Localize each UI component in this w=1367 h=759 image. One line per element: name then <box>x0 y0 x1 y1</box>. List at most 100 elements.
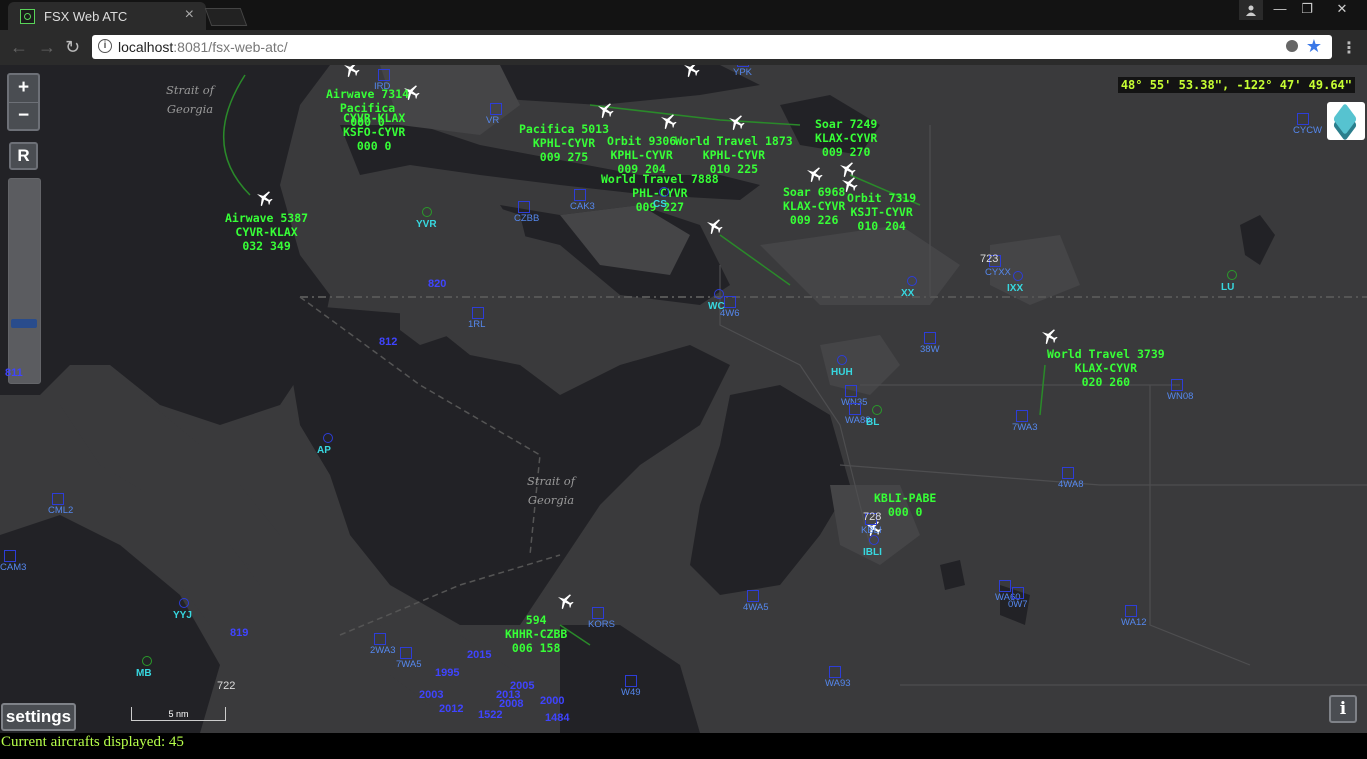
fix-marker[interactable] <box>472 307 484 319</box>
fix-marker[interactable] <box>1016 410 1028 422</box>
fix-marker[interactable] <box>518 201 530 213</box>
aircraft-label[interactable]: Soar 7249 KLAX-CYVR 009 270 <box>815 117 877 159</box>
traffic-altitude[interactable]: 820 <box>428 278 446 290</box>
fix-marker[interactable] <box>1297 113 1309 125</box>
radar-favicon-icon <box>20 9 35 24</box>
traffic-altitude[interactable]: 728 <box>863 511 881 523</box>
traffic-altitude[interactable]: 2000 <box>540 695 564 707</box>
fix-label: 38W <box>920 344 940 355</box>
fix-marker[interactable] <box>400 647 412 659</box>
zoom-slider[interactable] <box>8 178 41 384</box>
fix-marker[interactable] <box>724 296 736 308</box>
bookmark-star-icon[interactable]: ★ <box>1306 36 1322 57</box>
aircraft-route: KPHL-CYVR <box>702 148 765 162</box>
zoom-in-button[interactable]: + <box>9 75 38 102</box>
fix-marker[interactable] <box>1012 587 1024 599</box>
reset-view-button[interactable]: R <box>9 142 38 170</box>
navaid-icon <box>837 355 847 365</box>
traffic-altitude[interactable]: 1522 <box>478 709 502 721</box>
forward-arrow-icon[interactable]: → <box>38 37 56 57</box>
fix-marker[interactable] <box>592 607 604 619</box>
navaid-icon <box>869 535 879 545</box>
fix-label: 0W7 <box>1008 599 1028 610</box>
navaid-label: LU <box>1221 282 1235 293</box>
browser-toolbar: ← → ↻ i localhost:8081/fsx-web-atc/ ★ ⋮ <box>0 30 1367 65</box>
browser-menu-icon[interactable]: ⋮ <box>1341 38 1357 58</box>
fix-label: CAK3 <box>570 201 595 212</box>
fix-marker[interactable] <box>747 590 759 602</box>
fix-label: CZBB <box>514 213 540 224</box>
fix-marker[interactable] <box>845 385 857 397</box>
minimize-button[interactable]: — <box>1267 0 1293 20</box>
aircraft-label[interactable]: Airwave 5387 CYVR-KLAX 032 349 <box>225 211 308 253</box>
maximize-button[interactable]: ❐ <box>1294 0 1320 20</box>
fix-label: 4WA8 <box>1058 479 1084 490</box>
new-tab-button[interactable] <box>204 8 248 26</box>
fix-marker[interactable] <box>4 550 16 562</box>
profile-icon[interactable] <box>1239 0 1263 20</box>
traffic-altitude[interactable]: 819 <box>230 627 248 639</box>
reload-icon[interactable]: ↻ <box>65 37 80 57</box>
fix-marker[interactable] <box>924 332 936 344</box>
traffic-altitude[interactable]: 2015 <box>467 649 491 661</box>
layers-button[interactable] <box>1327 102 1365 142</box>
zoom-out-button[interactable]: − <box>9 102 38 130</box>
aircraft-data: 006 158 <box>511 641 561 655</box>
info-button[interactable]: i <box>1329 695 1357 723</box>
aircraft-label[interactable]: KBLI-PABE 000 0 <box>874 491 936 519</box>
fix-label: IRD <box>374 81 391 92</box>
fix-label: CML2 <box>48 505 74 516</box>
fix-marker[interactable] <box>1062 467 1074 479</box>
fix-marker[interactable] <box>829 666 841 678</box>
tab-close-icon[interactable]: × <box>185 6 194 24</box>
extension-icon[interactable] <box>1286 40 1298 52</box>
aircraft-label[interactable]: World Travel 1873 KPHL-CYVR 010 225 <box>675 134 793 176</box>
fix-marker[interactable] <box>1125 605 1137 617</box>
mouse-coordinates: 48° 55' 53.38", -122° 47' 49.64" <box>1117 77 1355 93</box>
fix-marker[interactable] <box>52 493 64 505</box>
browser-tab[interactable]: FSX Web ATC × <box>8 2 206 30</box>
aircraft-label[interactable]: World Travel 3739 KLAX-CYVR 020 260 <box>1047 347 1165 389</box>
fix-marker[interactable] <box>374 633 386 645</box>
aircraft-callsign: Airwave 7314 <box>326 87 410 101</box>
aircraft-label[interactable]: Soar 6968 KLAX-CYVR 009 226 <box>783 185 845 227</box>
traffic-altitude[interactable]: 2012 <box>439 703 463 715</box>
traffic-altitude[interactable]: 1484 <box>545 712 569 724</box>
zoom-slider-handle[interactable] <box>11 319 37 328</box>
fix-marker[interactable] <box>574 189 586 201</box>
traffic-altitude[interactable]: 812 <box>379 336 397 348</box>
navaid-label: XX <box>901 288 915 299</box>
fix-marker[interactable] <box>625 675 637 687</box>
traffic-altitude[interactable]: 811 <box>5 367 23 379</box>
traffic-altitude[interactable]: 2003 <box>419 689 443 701</box>
aircraft-data: 000 0 <box>356 139 392 153</box>
aircraft-label[interactable]: Orbit 9306 KPHL-CYVR 009 204 <box>607 134 676 176</box>
traffic-altitude[interactable]: 2013 <box>496 689 520 701</box>
aircraft-label[interactable]: Orbit 7319 KSJT-CYVR 010 204 <box>847 191 916 233</box>
back-arrow-icon[interactable]: ← <box>10 37 28 57</box>
fix-marker[interactable] <box>999 580 1011 592</box>
fix-marker[interactable] <box>849 403 861 415</box>
aircraft-label[interactable]: 594 KHHR-CZBB 006 158 <box>505 613 567 655</box>
fix-label: 7WA5 <box>396 659 422 670</box>
close-window-button[interactable]: ✕ <box>1322 0 1362 20</box>
aircraft-label[interactable]: CYVR-KLAX KSFO-CYVR 000 0 <box>343 111 405 153</box>
atc-map[interactable]: Strait of Georgia Strait of Georgia + − R … <box>0 65 1367 733</box>
zoom-control: + − <box>7 73 40 131</box>
navaid-icon <box>179 598 189 608</box>
aircraft-data: 020 260 <box>1081 375 1131 389</box>
fix-label: 4WA5 <box>743 602 769 613</box>
traffic-altitude[interactable]: 723 <box>980 253 998 265</box>
aircraft-route: KHHR-CZBB <box>505 627 568 641</box>
fix-marker[interactable] <box>378 69 390 81</box>
tab-title: FSX Web ATC <box>44 9 128 24</box>
address-bar[interactable]: i localhost:8081/fsx-web-atc/ ★ <box>92 35 1332 59</box>
traffic-altitude[interactable]: 1995 <box>435 667 459 679</box>
settings-button[interactable]: settings <box>1 703 76 731</box>
fix-marker[interactable] <box>490 103 502 115</box>
aircraft-label[interactable]: Pacifica 5013 KPHL-CYVR 009 275 <box>519 122 609 164</box>
fix-marker[interactable] <box>1171 379 1183 391</box>
fix-label: WN08 <box>1167 391 1194 402</box>
traffic-altitude[interactable]: 722 <box>217 680 235 692</box>
site-info-icon[interactable]: i <box>98 39 112 53</box>
